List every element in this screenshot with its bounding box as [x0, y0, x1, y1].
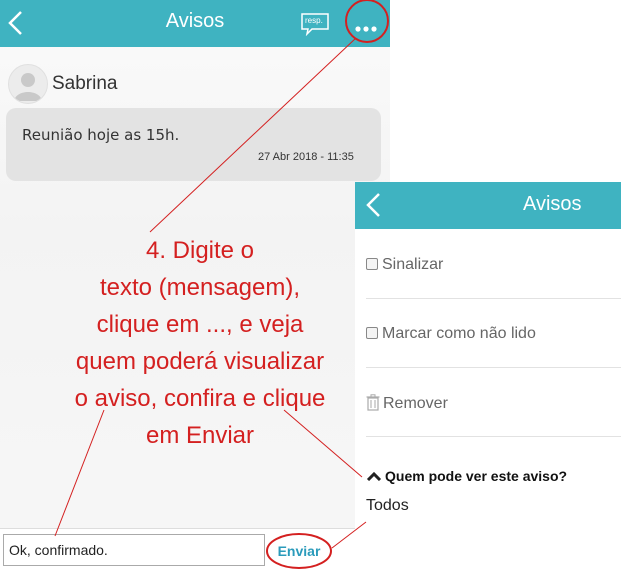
visibility-value: Todos	[366, 497, 409, 514]
message-timestamp: 27 Abr 2018 - 11:35	[258, 151, 354, 163]
instruction-line: em Enviar	[145, 422, 255, 449]
checkbox-icon[interactable]	[366, 327, 378, 339]
visibility-heading-label: Quem pode ver este aviso?	[385, 468, 568, 484]
menu-item-label: Sinalizar	[382, 256, 444, 273]
options-title: Avisos	[523, 193, 582, 215]
more-options-icon[interactable]	[354, 20, 378, 32]
send-button[interactable]: Enviar	[268, 539, 330, 563]
chevron-up-icon	[366, 468, 382, 484]
divider	[366, 436, 621, 437]
divider	[366, 298, 621, 299]
menu-item-remove[interactable]: Remover	[366, 394, 448, 416]
instruction-annotation: 4. Digite o texto (mensagem), clique em …	[40, 232, 360, 454]
reply-input[interactable]	[3, 534, 265, 566]
instruction-line: texto (mensagem),	[99, 274, 301, 301]
back-chevron-icon[interactable]	[364, 191, 384, 219]
reply-bubble-icon[interactable]: resp.	[300, 12, 330, 37]
message-bubble	[6, 108, 381, 181]
instruction-line: o aviso, confira e clique	[74, 385, 326, 412]
resp-label: resp.	[305, 16, 323, 25]
menu-item-label: Marcar como não lido	[382, 325, 536, 342]
menu-item-mark-unread[interactable]: Marcar como não lido	[366, 325, 536, 343]
checkbox-icon[interactable]	[366, 258, 378, 270]
avatar	[8, 64, 48, 104]
page-title: Avisos	[165, 10, 225, 32]
instruction-line: quem poderá visualizar	[75, 348, 325, 375]
trash-icon	[366, 394, 380, 416]
visibility-heading[interactable]: Quem pode ver este aviso?	[366, 468, 567, 484]
menu-item-label: Remover	[383, 395, 448, 412]
message-text: Reunião hoje as 15h.	[22, 126, 180, 144]
sender-name: Sabrina	[52, 73, 118, 94]
divider	[366, 367, 621, 368]
menu-item-flag[interactable]: Sinalizar	[366, 256, 443, 274]
instruction-line: clique em ..., e veja	[96, 311, 304, 338]
instruction-line: 4. Digite o	[145, 237, 255, 264]
